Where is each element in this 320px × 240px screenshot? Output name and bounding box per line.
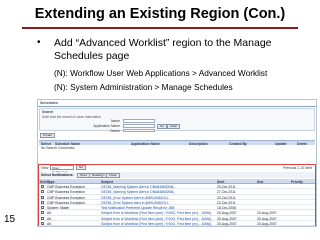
owner-label: Owner [110,129,120,133]
row-checkbox[interactable] [41,200,44,204]
navigation-path-1: (N): Workflow User Web Applications > Ad… [54,68,268,78]
col-application-name: Application Name [131,142,160,146]
reassign-button[interactable]: Reassign [89,172,108,178]
schedule-results-header: Select Schedule Name Application Name De… [39,140,315,146]
search-clear-button[interactable]: Clear [167,123,181,129]
col-delete: Delete [297,142,308,146]
row-sent: 20-Aug-2007 [217,222,237,227]
embedded-screenshot: Schedules Search Note that the search is… [37,99,317,227]
page-number: 15 [4,214,16,225]
view-label: View [41,166,49,170]
create-button[interactable]: Create [40,133,56,138]
search-go-button[interactable]: Go [157,123,168,129]
worklist-pager[interactable]: Previous 1-10 Next [283,166,312,170]
schedules-page-title: Schedules [40,101,58,105]
bullet-text: Add “Advanced Worklist” region to the Ma… [54,37,272,62]
col-description: Description [189,142,208,146]
row-checkbox[interactable] [41,211,44,215]
slide-title: Extending an Existing Region (Con.) [34,6,286,22]
title-divider [22,27,298,29]
application-name-input[interactable] [123,124,155,128]
row-checkbox[interactable] [41,195,44,199]
worklist-actions-bar: Select Notifications: Open Reassign Clos… [39,172,315,178]
row-checkbox[interactable] [41,190,44,194]
name-label: Name [110,119,120,123]
navigation-path-2: (N): System Administration > Manage Sche… [54,82,233,92]
row-subject-link[interactable]: Subject from is Workflow (First Item (se… [101,222,211,226]
name-input[interactable] [123,119,155,123]
row-checkbox[interactable] [41,206,44,210]
view-select[interactable]: Open Notifications [50,165,74,174]
row-checkbox[interactable] [41,216,44,220]
col-created-by: Created By [229,142,247,146]
page-title-rule [38,106,316,107]
search-heading: Search [42,110,54,114]
worklist-table: Select Type Subject Sent Due Priority CM… [39,179,315,226]
owner-input[interactable] [123,129,155,132]
row-checkbox[interactable] [41,185,44,188]
close-button[interactable]: Close [106,172,120,178]
search-region: Search Note that the search is case inse… [39,108,315,133]
row-checkbox[interactable] [41,222,44,226]
results-empty-message: No Search Conducted. [41,146,76,150]
select-notifications-label: Select Notifications: [41,173,74,177]
worklist-go-button[interactable]: Go [76,165,87,170]
row-type: AK [47,222,52,227]
col-update: Update [275,142,287,146]
bullet-marker: • [37,37,41,48]
row-due: 20-Aug-2007 [257,222,277,227]
table-row[interactable]: AK Subject from is Workflow (First Item (… [39,221,315,226]
application-name-label: Application Name [93,124,120,128]
